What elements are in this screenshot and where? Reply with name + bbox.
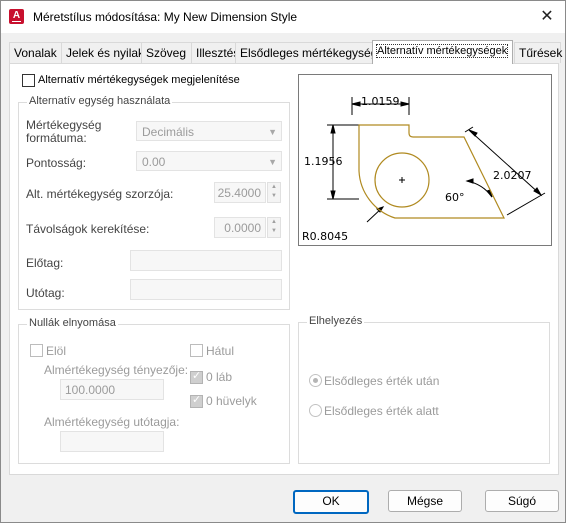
- unit-format-value: Decimális: [142, 125, 195, 139]
- tab-label: Elsődleges mértékegységek: [240, 46, 391, 60]
- suffix-label: Utótag:: [26, 286, 65, 300]
- prefix-input[interactable]: [130, 250, 282, 271]
- tab-alternate-units[interactable]: Alternatív mértékegységek: [372, 40, 513, 64]
- help-button[interactable]: Súgó: [485, 490, 559, 512]
- placement-after-label: Elsődleges érték után: [324, 374, 440, 388]
- ok-button[interactable]: OK: [293, 490, 369, 514]
- subunit-suffix-input[interactable]: [60, 431, 164, 452]
- tab-label: Tűrések: [519, 46, 563, 60]
- prefix-label: Előtag:: [26, 256, 64, 270]
- tab-text[interactable]: Szöveg: [141, 42, 192, 63]
- tab-label: Jelek és nyilak: [66, 46, 145, 60]
- multiplier-label: Alt. mértékegység szorzója:: [26, 187, 174, 201]
- suffix-input[interactable]: [130, 279, 282, 300]
- tab-symbols-arrows[interactable]: Jelek és nyilak: [61, 42, 145, 63]
- preview-pane: 1.0159 1.1956 2.0207 60° R0.8045: [298, 74, 552, 246]
- multiplier-input[interactable]: 25.4000: [214, 182, 266, 203]
- tab-page: Alternatív mértékegységek megjelenítése …: [9, 63, 559, 475]
- placement-group: Elhelyezés: [298, 315, 550, 464]
- precision-dropdown[interactable]: 0.00 ▼: [136, 151, 282, 171]
- chevron-down-icon: ▼: [268, 157, 277, 167]
- preview-dim-right: 2.0207: [493, 169, 532, 182]
- display-alternate-units-checkbox[interactable]: [22, 74, 35, 87]
- placement-after-radio[interactable]: [309, 374, 322, 387]
- chevron-down-icon: ▼: [268, 127, 277, 137]
- precision-value: 0.00: [142, 155, 166, 169]
- tab-label: Alternatív mértékegységek: [375, 44, 509, 58]
- round-distances-spinner[interactable]: ▲ ▼: [267, 217, 281, 238]
- leading-zeros-checkbox[interactable]: [30, 344, 43, 357]
- round-distances-input[interactable]: 0.0000: [214, 217, 266, 238]
- window-title: Méretstílus módosítása: My New Dimension…: [33, 10, 298, 24]
- unit-format-label: Mértékegység formátuma:: [26, 118, 102, 145]
- preview-dim-top: 1.0159: [361, 95, 400, 108]
- preview-dim-left: 1.1956: [304, 155, 343, 168]
- unit-format-dropdown[interactable]: Decimális ▼: [136, 121, 282, 141]
- dialog: A Méretstílus módosítása: My New Dimensi…: [0, 0, 566, 523]
- tab-tolerances[interactable]: Tűrések: [514, 42, 563, 63]
- multiplier-spinner[interactable]: ▲ ▼: [267, 182, 281, 203]
- zero-suppression-group-title: Nullák elnyomása: [27, 317, 118, 329]
- placement-below-radio[interactable]: [309, 404, 322, 417]
- tab-label: Vonalak: [14, 46, 57, 60]
- alternate-units-group-title: Alternatív egység használata: [27, 95, 173, 107]
- precision-label: Pontosság:: [26, 156, 87, 170]
- preview-drawing: 1.0159 1.1956 2.0207 60° R0.8045: [302, 95, 546, 243]
- round-distances-label: Távolságok kerekítése:: [26, 222, 150, 236]
- tab-label: Illesztés: [196, 46, 240, 60]
- preview-part-outline: [358, 124, 505, 219]
- trailing-zeros-checkbox[interactable]: [190, 344, 203, 357]
- close-icon[interactable]: ✕: [535, 5, 559, 29]
- zero-inches-checkbox[interactable]: [190, 393, 203, 408]
- placement-group-title: Elhelyezés: [307, 315, 365, 327]
- subunit-suffix-label: Almértékegység utótagja:: [44, 415, 180, 429]
- tab-primary-units[interactable]: Elsődleges mértékegységek: [235, 42, 390, 63]
- title-bar: A Méretstílus módosítása: My New Dimensi…: [1, 1, 565, 33]
- placement-below-label: Elsődleges érték alatt: [324, 404, 439, 418]
- leading-zeros-label: Elöl: [46, 344, 67, 358]
- display-alternate-units-label: Alternatív mértékegységek megjelenítése: [38, 74, 240, 86]
- zero-feet-checkbox[interactable]: [190, 369, 203, 384]
- zero-inches-label: 0 hüvelyk: [206, 394, 257, 408]
- zero-feet-label: 0 láb: [206, 370, 233, 384]
- tab-label: Szöveg: [146, 46, 187, 60]
- subunit-factor-label: Almértékegység tényezője:: [44, 363, 189, 377]
- tab-lines[interactable]: Vonalak: [9, 42, 62, 63]
- autocad-app-icon: A: [9, 9, 24, 24]
- cancel-button[interactable]: Mégse: [388, 490, 462, 512]
- trailing-zeros-label: Hátul: [206, 344, 235, 358]
- preview-radius: R0.8045: [302, 230, 348, 243]
- subunit-factor-input[interactable]: 100.0000: [60, 379, 164, 400]
- preview-angle: 60°: [445, 191, 465, 204]
